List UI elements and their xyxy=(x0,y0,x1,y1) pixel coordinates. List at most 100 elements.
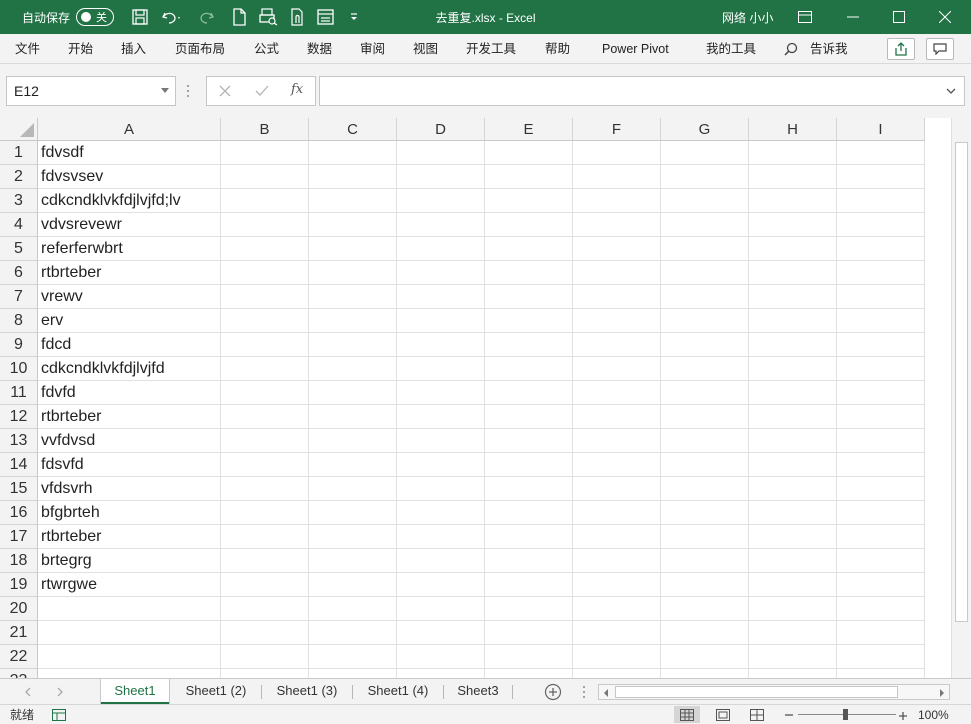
cell-c22[interactable] xyxy=(309,645,397,669)
cell-h19[interactable] xyxy=(749,573,837,597)
cell-d21[interactable] xyxy=(397,621,485,645)
cell-h6[interactable] xyxy=(749,261,837,285)
cell-i9[interactable] xyxy=(837,333,925,357)
cell-f22[interactable] xyxy=(573,645,661,669)
cell-i16[interactable] xyxy=(837,501,925,525)
row-header[interactable]: 23 xyxy=(0,669,38,678)
cell-g22[interactable] xyxy=(661,645,749,669)
cell-h7[interactable] xyxy=(749,285,837,309)
cell-b15[interactable] xyxy=(221,477,309,501)
normal-view-button[interactable] xyxy=(674,706,700,723)
column-header-f[interactable]: F xyxy=(573,118,661,141)
cancel-icon[interactable] xyxy=(219,85,231,100)
cell-b19[interactable] xyxy=(221,573,309,597)
cell-a1[interactable]: fdvsdf xyxy=(38,141,221,165)
print-preview-icon[interactable] xyxy=(258,8,278,26)
zoom-out-icon[interactable] xyxy=(784,707,794,723)
cell-d11[interactable] xyxy=(397,381,485,405)
cell-i12[interactable] xyxy=(837,405,925,429)
cell-i11[interactable] xyxy=(837,381,925,405)
cell-g1[interactable] xyxy=(661,141,749,165)
cell-c23[interactable] xyxy=(309,669,397,678)
row-header[interactable]: 2 xyxy=(0,165,38,189)
cell-d5[interactable] xyxy=(397,237,485,261)
cell-d20[interactable] xyxy=(397,597,485,621)
cell-f12[interactable] xyxy=(573,405,661,429)
cell-h16[interactable] xyxy=(749,501,837,525)
menu-insert[interactable]: 插入 xyxy=(121,34,146,64)
cell-h10[interactable] xyxy=(749,357,837,381)
menu-formulas[interactable]: 公式 xyxy=(254,34,279,64)
macro-recording-icon[interactable] xyxy=(52,709,66,724)
minimize-icon[interactable] xyxy=(830,0,876,34)
cell-g14[interactable] xyxy=(661,453,749,477)
cell-f18[interactable] xyxy=(573,549,661,573)
customize-dropdown-icon[interactable] xyxy=(346,8,366,26)
cell-h2[interactable] xyxy=(749,165,837,189)
column-header-g[interactable]: G xyxy=(661,118,749,141)
cell-i8[interactable] xyxy=(837,309,925,333)
autosave-control[interactable]: 自动保存 关 xyxy=(22,0,115,34)
cell-b10[interactable] xyxy=(221,357,309,381)
cell-a3[interactable]: cdkcndklvkfdjlvjfd;lv xyxy=(38,189,221,213)
cell-a15[interactable]: vfdsvrh xyxy=(38,477,221,501)
cell-e9[interactable] xyxy=(485,333,573,357)
cell-c15[interactable] xyxy=(309,477,397,501)
cell-b9[interactable] xyxy=(221,333,309,357)
cell-a7[interactable]: vrewv xyxy=(38,285,221,309)
cell-i15[interactable] xyxy=(837,477,925,501)
cell-i14[interactable] xyxy=(837,453,925,477)
cell-b6[interactable] xyxy=(221,261,309,285)
cell-c18[interactable] xyxy=(309,549,397,573)
cell-i17[interactable] xyxy=(837,525,925,549)
name-box[interactable]: E12 xyxy=(6,76,176,106)
cell-d4[interactable] xyxy=(397,213,485,237)
cell-g9[interactable] xyxy=(661,333,749,357)
cell-e12[interactable] xyxy=(485,405,573,429)
cell-c7[interactable] xyxy=(309,285,397,309)
cell-f7[interactable] xyxy=(573,285,661,309)
cell-g18[interactable] xyxy=(661,549,749,573)
cell-h21[interactable] xyxy=(749,621,837,645)
cell-i22[interactable] xyxy=(837,645,925,669)
cell-e3[interactable] xyxy=(485,189,573,213)
cell-e14[interactable] xyxy=(485,453,573,477)
formula-bar-resize-handle[interactable] xyxy=(186,84,190,98)
sheet-tab-sheet3[interactable]: Sheet3 xyxy=(447,679,509,704)
row-header[interactable]: 11 xyxy=(0,381,38,405)
share-button[interactable] xyxy=(887,38,915,60)
cell-f20[interactable] xyxy=(573,597,661,621)
cell-e1[interactable] xyxy=(485,141,573,165)
cell-e11[interactable] xyxy=(485,381,573,405)
cell-d18[interactable] xyxy=(397,549,485,573)
row-header[interactable]: 15 xyxy=(0,477,38,501)
undo-icon[interactable] xyxy=(160,8,180,26)
cell-g3[interactable] xyxy=(661,189,749,213)
cell-a19[interactable]: rtwrgwe xyxy=(38,573,221,597)
menu-file[interactable]: 文件 xyxy=(15,34,40,64)
cell-e2[interactable] xyxy=(485,165,573,189)
menu-power-pivot[interactable]: Power Pivot xyxy=(602,34,669,64)
cell-c17[interactable] xyxy=(309,525,397,549)
cell-h23[interactable] xyxy=(749,669,837,678)
chevron-down-icon[interactable] xyxy=(161,88,169,93)
cell-a4[interactable]: vdvsrevewr xyxy=(38,213,221,237)
row-header[interactable]: 7 xyxy=(0,285,38,309)
cell-c2[interactable] xyxy=(309,165,397,189)
cell-b17[interactable] xyxy=(221,525,309,549)
cell-h5[interactable] xyxy=(749,237,837,261)
cell-c12[interactable] xyxy=(309,405,397,429)
cell-a9[interactable]: fdcd xyxy=(38,333,221,357)
cell-c20[interactable] xyxy=(309,597,397,621)
cell-f17[interactable] xyxy=(573,525,661,549)
previous-sheet-icon[interactable] xyxy=(24,686,32,700)
cell-f6[interactable] xyxy=(573,261,661,285)
column-header-c[interactable]: C xyxy=(309,118,397,141)
cell-i18[interactable] xyxy=(837,549,925,573)
cell-f15[interactable] xyxy=(573,477,661,501)
scroll-right-icon[interactable] xyxy=(939,687,945,701)
menu-my-tools[interactable]: 我的工具 xyxy=(706,34,756,64)
cell-i23[interactable] xyxy=(837,669,925,678)
cell-f14[interactable] xyxy=(573,453,661,477)
cell-g4[interactable] xyxy=(661,213,749,237)
